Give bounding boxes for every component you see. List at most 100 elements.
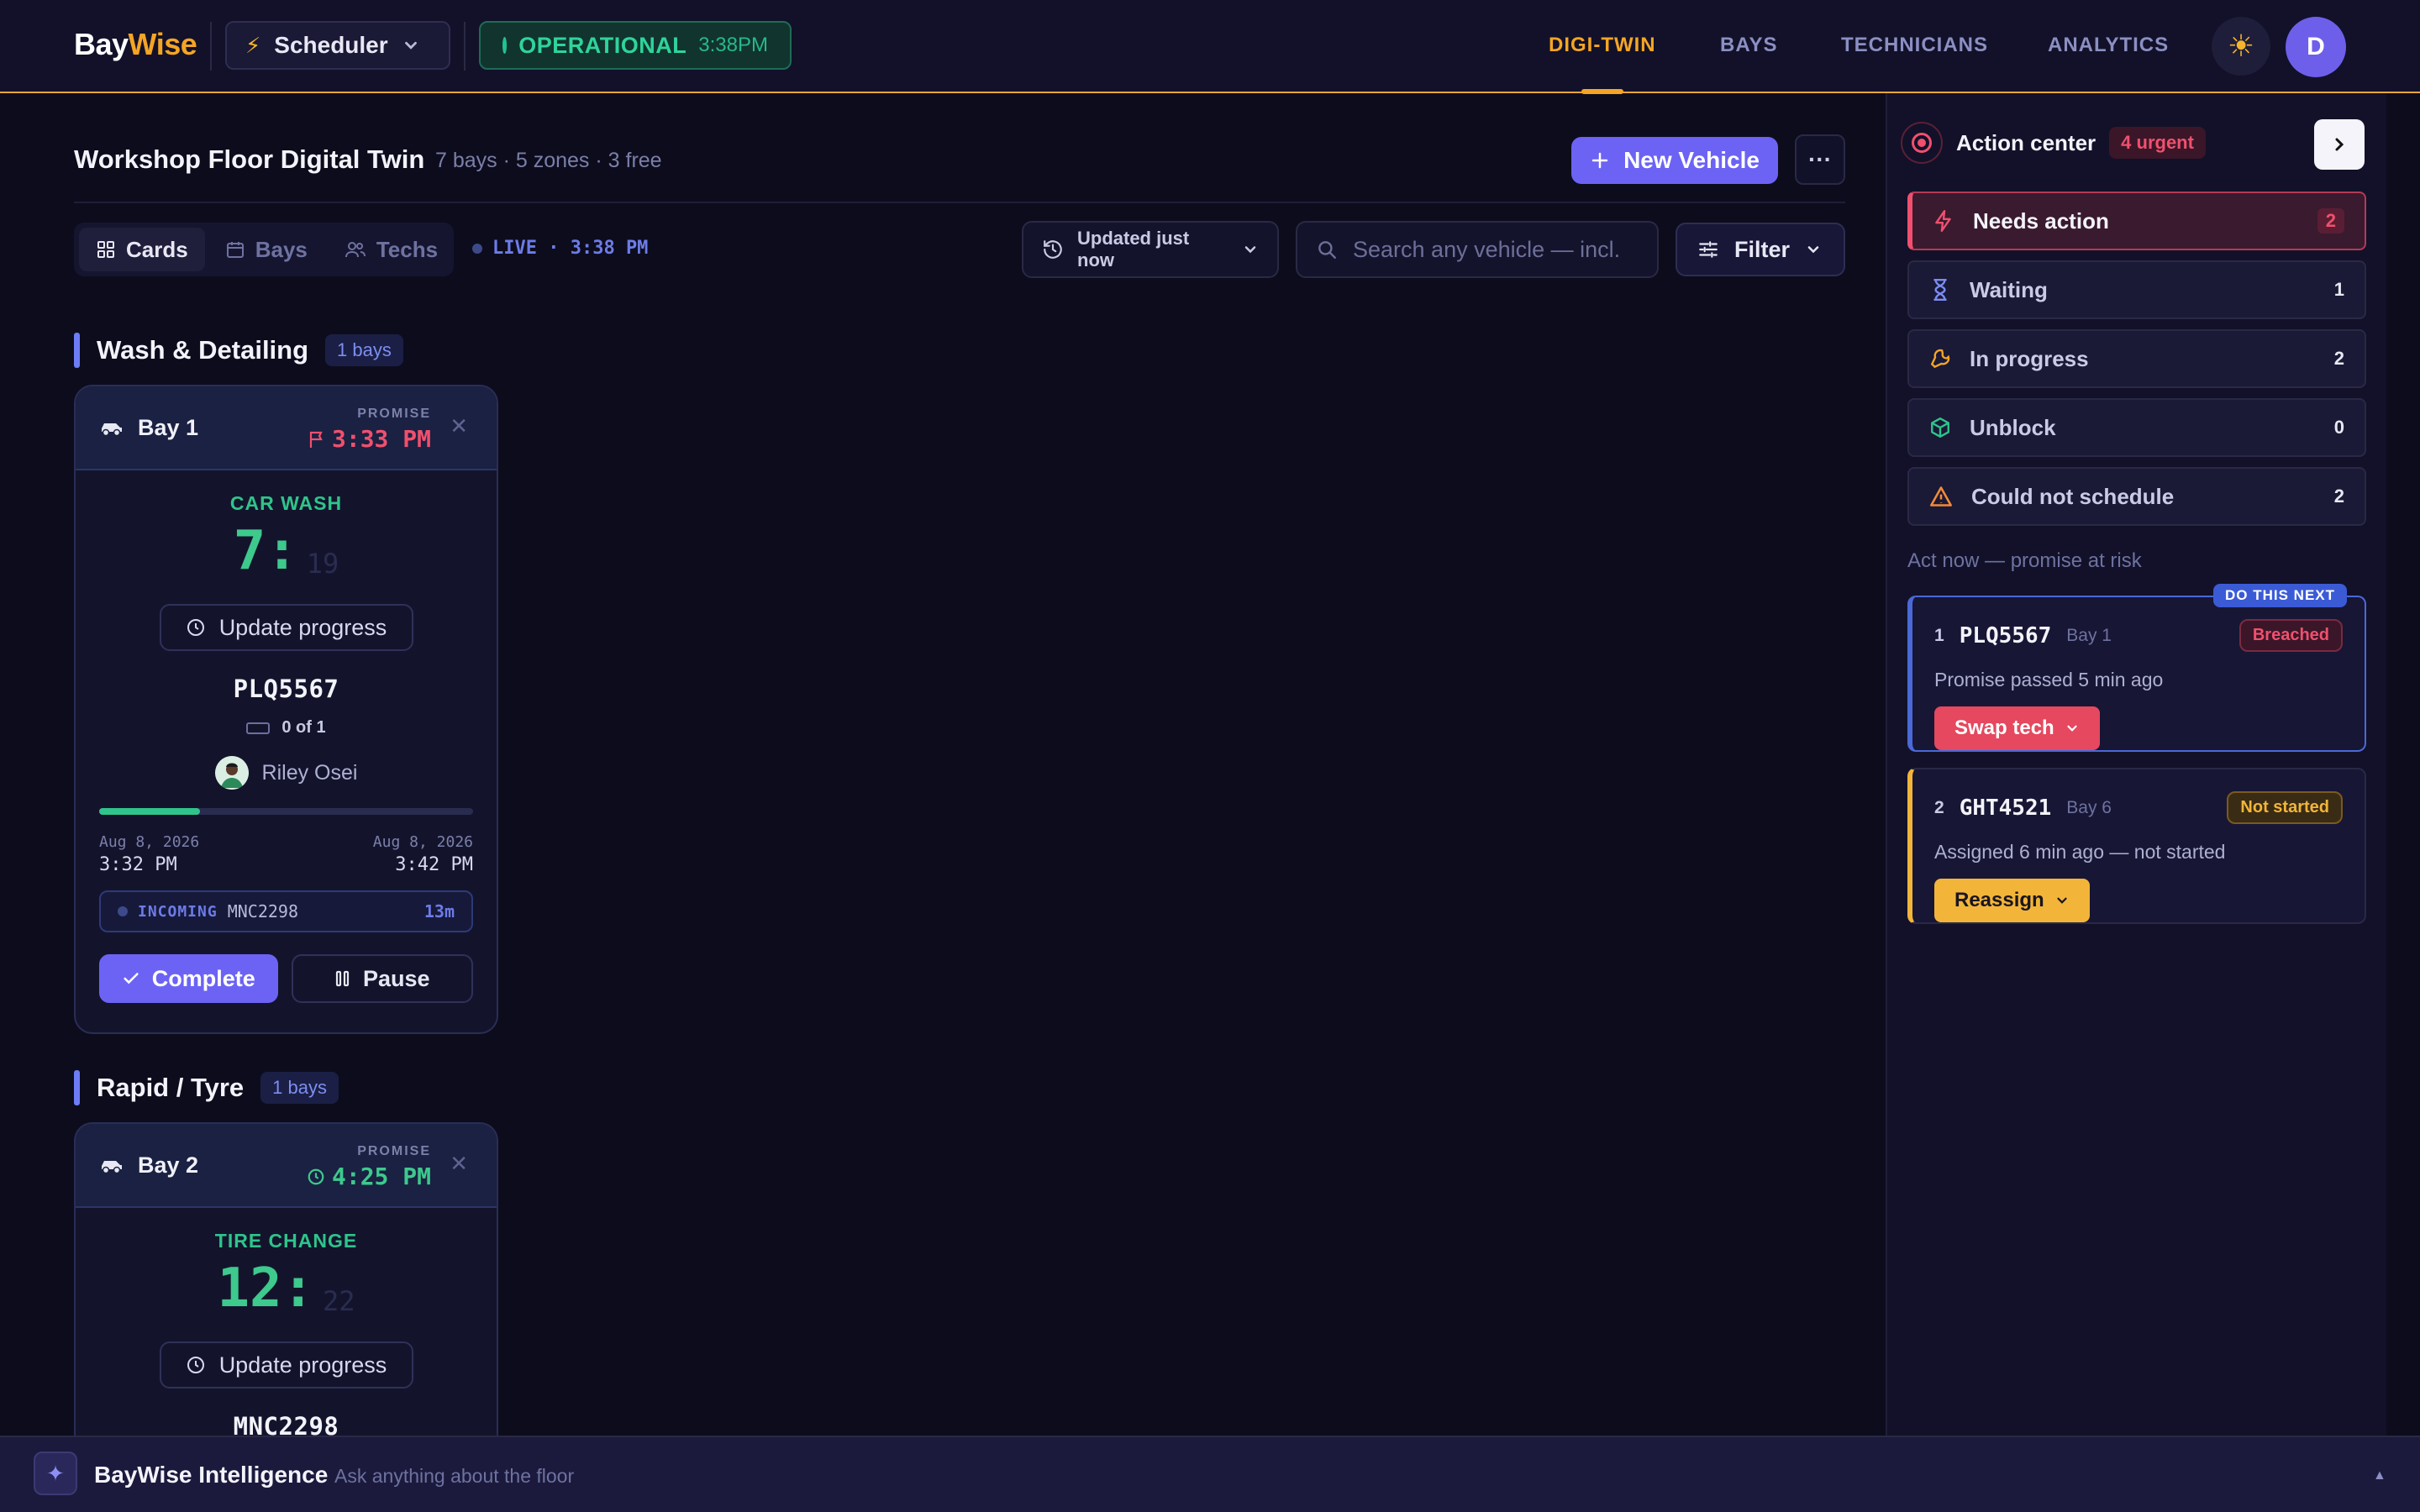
incoming-vehicle[interactable]: INCOMING MNC2298 13m bbox=[99, 890, 473, 932]
zone-header: Rapid / Tyre 1 bays bbox=[74, 1070, 339, 1105]
status-badge: Breached bbox=[2238, 619, 2343, 652]
divider bbox=[74, 202, 1845, 203]
search-input[interactable] bbox=[1353, 236, 1622, 263]
assigned-technician[interactable]: Riley Osei bbox=[76, 756, 497, 790]
users-icon bbox=[345, 239, 366, 260]
vehicle-plate: GHT4521 bbox=[1959, 795, 2052, 821]
history-icon bbox=[1042, 239, 1064, 260]
assistant-prompt[interactable]: Ask anything about the floor bbox=[334, 1465, 574, 1488]
expand-caret-icon[interactable]: ▲ bbox=[2373, 1468, 2386, 1483]
update-progress-button[interactable]: Update progress bbox=[159, 604, 413, 651]
view-toggle: Cards Bays Techs bbox=[74, 223, 454, 276]
category-waiting[interactable]: Waiting 1 bbox=[1907, 260, 2366, 319]
more-options-button[interactable]: ··· bbox=[1795, 134, 1845, 185]
job-type: TIRE CHANGE bbox=[214, 1230, 358, 1252]
progress-fill bbox=[99, 808, 201, 815]
category-unblock[interactable]: Unblock 0 bbox=[1907, 398, 2366, 457]
pause-button[interactable]: Pause bbox=[291, 954, 473, 1003]
job-timer: 7: 19 bbox=[233, 520, 339, 582]
radar-icon bbox=[1901, 122, 1943, 164]
plus-icon bbox=[1590, 150, 1610, 171]
category-needs-action[interactable]: Needs action 2 bbox=[1907, 192, 2366, 250]
zone-bay-count: 1 bays bbox=[260, 1072, 339, 1104]
nav-analytics[interactable]: ANALYTICS bbox=[2048, 34, 2169, 57]
live-dot-icon bbox=[472, 243, 482, 254]
theme-toggle-sun-icon[interactable]: ☀ bbox=[2212, 17, 2270, 76]
check-icon bbox=[122, 969, 140, 988]
swap-tech-button[interactable]: Swap tech bbox=[1934, 706, 2100, 750]
vehicle-search[interactable] bbox=[1296, 221, 1659, 278]
do-this-next-badge: DO THIS NEXT bbox=[2213, 584, 2348, 607]
complete-button[interactable]: Complete bbox=[99, 954, 278, 1003]
category-in-progress[interactable]: In progress 2 bbox=[1907, 329, 2366, 388]
vehicle-plate: PLQ5567 bbox=[1959, 622, 2052, 648]
job-progress-bar bbox=[99, 808, 473, 815]
job-timer: 12: 22 bbox=[217, 1257, 355, 1320]
status-badge: OPERATIONAL 3:38PM bbox=[479, 21, 792, 70]
job-count: 0 of 1 bbox=[76, 718, 497, 738]
promise-time: PROMISE 4:25 PM bbox=[307, 1144, 431, 1190]
job-slot-icon bbox=[246, 722, 271, 734]
chevron-down-icon bbox=[2054, 893, 2070, 908]
scheduler-label: Scheduler bbox=[274, 32, 388, 58]
zone-header: Wash & Detailing 1 bays bbox=[74, 333, 403, 368]
bay-actions: Complete Pause bbox=[99, 954, 473, 1003]
job-time-range: Aug 8, 2026 3:32 PM Aug 8, 2026 3:42 PM bbox=[99, 833, 473, 875]
nav-technicians[interactable]: TECHNICIANS bbox=[1841, 34, 1988, 57]
view-cards-tab[interactable]: Cards bbox=[79, 228, 205, 271]
user-avatar[interactable]: D bbox=[2286, 17, 2346, 77]
page-title: Workshop Floor Digital Twin bbox=[74, 144, 425, 174]
new-vehicle-button[interactable]: New Vehicle bbox=[1571, 137, 1778, 184]
bolt-icon: ⚡ bbox=[245, 32, 261, 58]
chevron-right-icon bbox=[2329, 134, 2349, 155]
nav-digi-twin[interactable]: DIGI-TWIN bbox=[1549, 34, 1656, 57]
wrench-icon bbox=[1929, 347, 1951, 370]
category-could-not-schedule[interactable]: Could not schedule 2 bbox=[1907, 467, 2366, 526]
view-techs-tab[interactable]: Techs bbox=[328, 228, 455, 271]
bay-card-header: Bay 2 PROMISE 4:25 PM ✕ bbox=[76, 1124, 497, 1208]
grid-icon bbox=[96, 239, 116, 260]
active-nav-indicator bbox=[1581, 89, 1623, 94]
zone-accent bbox=[74, 333, 80, 368]
car-icon bbox=[99, 419, 124, 438]
close-icon[interactable]: ✕ bbox=[450, 413, 468, 439]
sliders-icon bbox=[1697, 239, 1719, 260]
action-item[interactable]: 1 PLQ5567 Bay 1 Breached Promise passed … bbox=[1907, 596, 2366, 752]
divider bbox=[464, 22, 466, 71]
page-subtitle: 7 bays · 5 zones · 3 free bbox=[435, 149, 662, 172]
action-center-header: Action center 4 urgent bbox=[1901, 122, 2206, 164]
action-item[interactable]: 2 GHT4521 Bay 6 Not started Assigned 6 m… bbox=[1907, 768, 2366, 924]
updated-dropdown[interactable]: Updated just now bbox=[1022, 221, 1279, 278]
reassign-button[interactable]: Reassign bbox=[1934, 879, 2090, 922]
urgent-badge: 4 urgent bbox=[2109, 127, 2206, 159]
ellipsis-icon: ··· bbox=[1808, 146, 1832, 172]
zone-accent bbox=[74, 1070, 80, 1105]
bolt-icon bbox=[1933, 209, 1954, 233]
chevron-down-icon bbox=[402, 36, 420, 55]
clock-icon bbox=[186, 1355, 206, 1375]
collapse-panel-button[interactable] bbox=[2314, 119, 2365, 170]
bay-card[interactable]: Bay 1 PROMISE 3:33 PM ✕ CAR WASH 7: 19 U… bbox=[74, 385, 498, 1034]
chevron-down-icon bbox=[1242, 241, 1259, 258]
filter-button[interactable]: Filter bbox=[1676, 223, 1845, 276]
vehicle-plate: PLQ5567 bbox=[233, 675, 339, 703]
act-now-heading: Act now — promise at risk bbox=[1907, 549, 2142, 572]
scheduler-dropdown[interactable]: ⚡ Scheduler bbox=[225, 21, 450, 70]
clock-icon bbox=[186, 617, 206, 638]
zone-bay-count: 1 bays bbox=[325, 334, 403, 366]
divider bbox=[210, 22, 212, 71]
chevron-down-icon bbox=[2065, 721, 2080, 736]
promise-time: PROMISE 3:33 PM bbox=[308, 407, 431, 453]
close-icon[interactable]: ✕ bbox=[450, 1151, 468, 1177]
hourglass-icon bbox=[1929, 278, 1951, 302]
bay-card[interactable]: Bay 2 PROMISE 4:25 PM ✕ TIRE CHANGE 12: … bbox=[74, 1122, 498, 1475]
update-progress-button[interactable]: Update progress bbox=[159, 1341, 413, 1389]
bay-name: Bay 2 bbox=[138, 1152, 199, 1178]
bay-card-header: Bay 1 PROMISE 3:33 PM ✕ bbox=[76, 386, 497, 470]
cube-icon bbox=[1929, 416, 1951, 439]
brand-logo[interactable]: BayWise bbox=[74, 27, 197, 62]
nav-bays[interactable]: BAYS bbox=[1720, 34, 1777, 57]
view-bays-tab[interactable]: Bays bbox=[208, 228, 324, 271]
chevron-down-icon bbox=[1805, 241, 1822, 258]
bay-name: Bay 1 bbox=[138, 415, 199, 440]
